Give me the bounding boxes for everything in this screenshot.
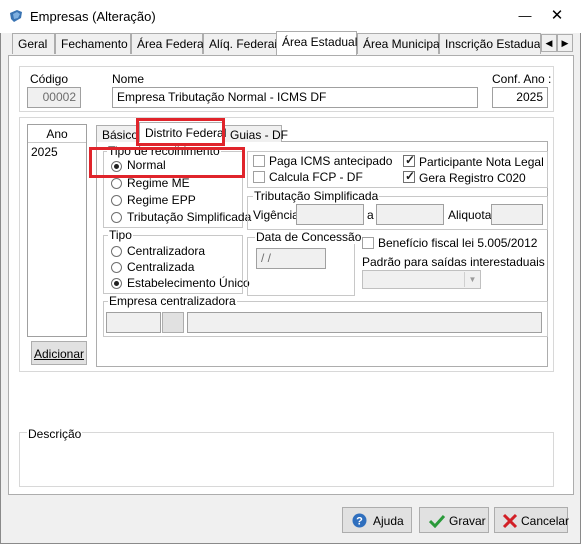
conf-ano-field[interactable]: 2025 xyxy=(492,87,548,108)
padrao-saidas-label: Padrão para saídas interestaduais xyxy=(362,255,545,269)
tab-label: Alíq. Federais xyxy=(209,37,284,51)
help-icon: ? xyxy=(352,513,367,528)
gravar-label: Gravar xyxy=(449,514,486,528)
svg-text:?: ? xyxy=(356,516,363,528)
radio-regime-me-label[interactable]: Regime ME xyxy=(127,176,190,190)
tab-label: Básico xyxy=(102,128,139,142)
radio-estabelecimento-unico-label[interactable]: Estabelecimento Único xyxy=(127,276,250,290)
radio-regime-me[interactable] xyxy=(111,178,122,189)
calcula-fcp-label[interactable]: Calcula FCP - DF xyxy=(269,170,363,184)
vigencia-start-field[interactable] xyxy=(296,204,364,225)
tipo-legend: Tipo xyxy=(108,228,133,242)
radio-estabelecimento-unico[interactable] xyxy=(111,278,122,289)
tab-scroll-right-icon[interactable]: ▶ xyxy=(557,34,573,52)
codigo-label: Código xyxy=(30,72,69,86)
tab-inscricao-estadual[interactable]: Inscrição Estadual S xyxy=(439,33,541,54)
tab-area-municipal[interactable]: Área Municipal xyxy=(357,33,443,54)
beneficio-label[interactable]: Benefício fiscal lei 5.005/2012 xyxy=(378,236,537,250)
tab-label: Guias - DF xyxy=(230,128,289,142)
tab-label: Área Municipal xyxy=(363,37,443,51)
app-icon xyxy=(10,10,22,22)
gera-registro-checkbox[interactable] xyxy=(403,169,415,183)
tributacao-simplificada-legend: Tributação Simplificada xyxy=(253,189,380,203)
ano-list[interactable]: Ano 2025 xyxy=(27,124,87,337)
cancel-x-icon xyxy=(502,513,518,529)
codigo-field: 00002 xyxy=(27,87,81,108)
paga-icms-label[interactable]: Paga ICMS antecipado xyxy=(269,154,392,168)
radio-centralizadora[interactable] xyxy=(111,246,122,257)
aliquota-label: Aliquota xyxy=(448,208,492,222)
conf-ano-label: Conf. Ano : xyxy=(492,72,552,86)
tab-area-estadual[interactable]: Área Estadual xyxy=(276,31,357,55)
tab-scroll-left-icon[interactable]: ◀ xyxy=(541,34,557,52)
nome-field[interactable]: Empresa Tributação Normal - ICMS DF xyxy=(112,87,478,108)
cancelar-label: Cancelar xyxy=(521,514,570,528)
tab-label: Fechamento xyxy=(61,37,128,51)
padrao-saidas-select[interactable]: ▼ xyxy=(362,270,481,289)
radio-centralizada[interactable] xyxy=(111,262,122,273)
tab-aliq-federais[interactable]: Alíq. Federais xyxy=(203,33,283,54)
list-item[interactable]: 2025 xyxy=(28,143,86,161)
subtab-guias-df[interactable]: Guias - DF xyxy=(224,125,288,142)
vigencia-end-field[interactable] xyxy=(376,204,444,225)
nome-label: Nome xyxy=(112,72,145,86)
minimize-icon[interactable]: — xyxy=(517,8,533,24)
tab-label: Área Federal xyxy=(137,37,207,51)
adicionar-button[interactable]: Adicionar xyxy=(31,341,87,365)
tab-area-federal[interactable]: Área Federal xyxy=(131,33,207,54)
ajuda-label: Ajuda xyxy=(373,514,404,528)
highlight-normal xyxy=(89,147,245,178)
gera-registro-label[interactable]: Gera Registro C020 xyxy=(419,171,526,185)
gravar-button[interactable]: Gravar xyxy=(419,507,489,533)
ano-list-header[interactable]: Ano xyxy=(28,125,86,143)
tab-label: Geral xyxy=(18,37,48,51)
empresa-codigo-field[interactable] xyxy=(106,312,161,333)
chevron-down-icon: ▼ xyxy=(464,272,480,287)
vigencia-label: Vigência xyxy=(253,208,299,222)
radio-regime-epp[interactable] xyxy=(111,195,122,206)
descricao-legend: Descrição xyxy=(27,427,83,441)
radio-tributacao-simplificada[interactable] xyxy=(111,212,122,223)
calcula-fcp-checkbox[interactable] xyxy=(253,171,265,183)
main-tabstrip: Geral Fechamento Área Federal Alíq. Fede… xyxy=(8,31,574,55)
data-concessao-legend: Data de Concessão xyxy=(255,230,363,244)
cancelar-button[interactable]: Cancelar xyxy=(494,507,570,533)
radio-centralizada-label[interactable]: Centralizada xyxy=(127,260,194,274)
aliquota-field[interactable] xyxy=(491,204,543,225)
close-icon[interactable]: ✕ xyxy=(549,8,565,24)
empresa-nome-field[interactable] xyxy=(187,312,542,333)
participante-label[interactable]: Participante Nota Legal xyxy=(419,155,544,169)
ajuda-button[interactable]: ? Ajuda xyxy=(342,507,412,533)
empresa-search-button[interactable] xyxy=(162,312,184,333)
participante-checkbox[interactable] xyxy=(403,153,415,167)
window-title: Empresas (Alteração) xyxy=(30,9,156,24)
radio-tributacao-simplificada-label[interactable]: Tributação Simplificada xyxy=(127,210,251,224)
data-concessao-field[interactable]: / / xyxy=(256,248,326,269)
radio-centralizadora-label[interactable]: Centralizadora xyxy=(127,244,205,258)
subtab-basico[interactable]: Básico xyxy=(96,125,138,142)
tab-geral[interactable]: Geral xyxy=(12,33,55,54)
paga-icms-checkbox[interactable] xyxy=(253,155,265,167)
descricao-group xyxy=(19,432,554,487)
beneficio-checkbox[interactable] xyxy=(362,237,374,249)
title-bar: Empresas (Alteração) — ✕ xyxy=(0,0,581,33)
highlight-subtab xyxy=(136,118,225,146)
tab-label: Inscrição Estadual S xyxy=(445,37,541,51)
empresa-centralizadora-legend: Empresa centralizadora xyxy=(108,294,237,308)
tab-label: Área Estadual xyxy=(282,35,358,49)
tab-fechamento[interactable]: Fechamento xyxy=(55,33,131,54)
radio-regime-epp-label[interactable]: Regime EPP xyxy=(127,193,196,207)
vigencia-a-label: a xyxy=(367,208,374,222)
check-icon xyxy=(429,514,445,528)
